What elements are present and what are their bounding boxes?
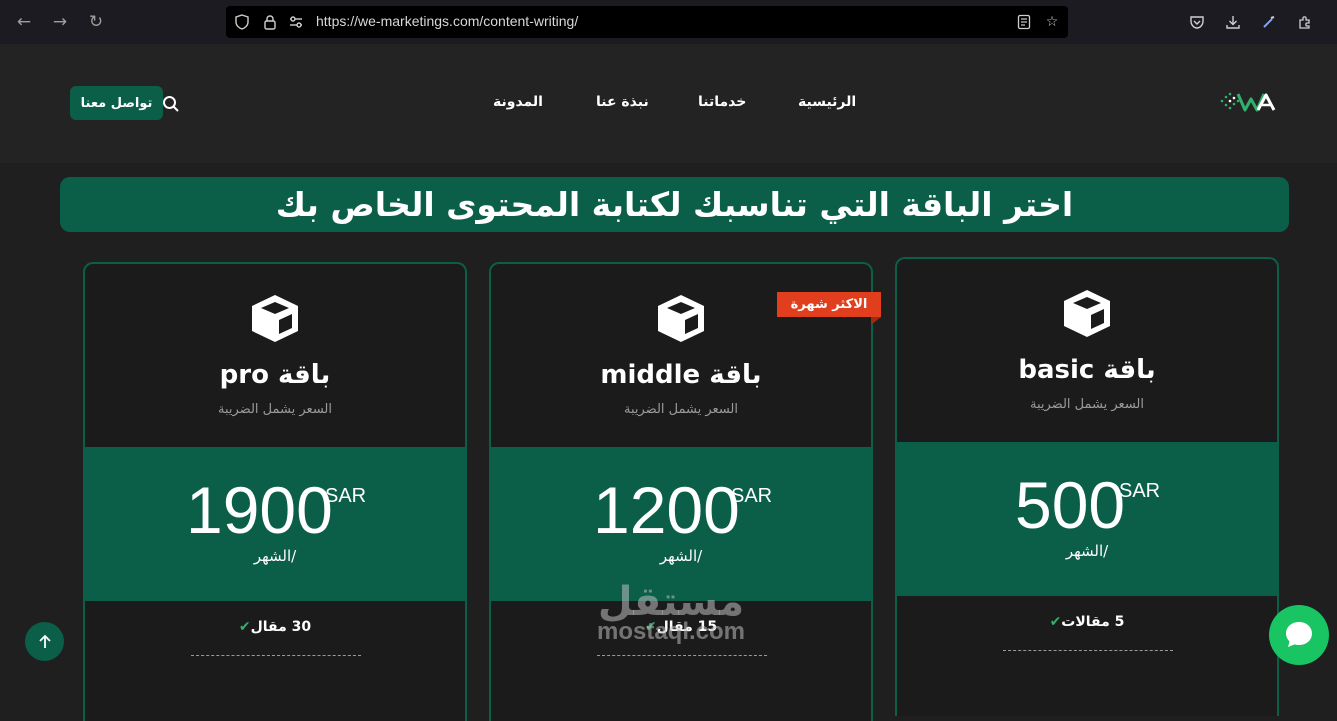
card-subtitle: السعر يشمل الضريبة [218,402,332,417]
browser-toolbar: ← → ↻ https://we-marketings.com/content-… [0,0,1337,44]
card-header: باقة pro السعر يشمل الضريبة [85,264,465,447]
box-icon [1061,287,1113,339]
search-icon[interactable] [161,94,181,114]
feature-item: 30 مقال✔ [85,619,465,635]
package-card-middle[interactable]: باقة middle السعر يشمل الضريبة 1200 SAR … [489,262,873,721]
price-currency: SAR [1119,480,1161,502]
price-value: 1200 [593,473,740,547]
price-period: /الشهر [253,547,297,565]
pocket-icon[interactable] [1186,11,1208,33]
arrow-up-icon [38,634,51,648]
packages-banner: اختر الباقة التي تناسبك لكتابة المحتوى ا… [60,177,1289,232]
card-subtitle: السعر يشمل الضريبة [624,402,738,417]
card-header: باقة basic السعر يشمل الضريبة [897,259,1277,442]
card-title: باقة basic [1018,355,1156,385]
bookmark-star-icon[interactable]: ☆ [1042,12,1062,32]
chat-button[interactable] [1269,605,1329,665]
nav-item-services[interactable]: خدماتنا [698,94,746,110]
url-text[interactable]: https://we-marketings.com/content-writin… [316,13,578,29]
site-header: تواصل معنا المدونة نبذة عنا خدماتنا الرئ… [0,44,1337,163]
feature-item: 5 مقالات✔ [897,614,1277,630]
price-currency: SAR [325,485,367,507]
price-period: /الشهر [659,547,703,565]
price-value: 1900 [186,473,333,547]
shield-icon[interactable] [232,12,252,32]
eyedropper-icon[interactable] [1258,11,1280,33]
package-card-basic[interactable]: باقة basic السعر يشمل الضريبة 500 SAR /ا… [895,257,1279,716]
price-value: 500 [1015,468,1126,542]
address-bar[interactable]: https://we-marketings.com/content-writin… [226,6,1068,38]
feature-list: 5 مقالات✔ [897,596,1277,716]
card-title: باقة middle [600,360,762,390]
price-band: 1900 SAR /الشهر [85,447,465,601]
feature-list: 30 مقال✔ [85,601,465,721]
nav-item-home[interactable]: الرئيسية [798,94,856,110]
price-currency: SAR [731,485,773,507]
box-icon [249,292,301,344]
scroll-to-top-button[interactable] [25,622,64,661]
chat-bubble-icon [1286,622,1312,647]
watermark-latin: mostaql.com [596,618,746,645]
forward-arrow-icon[interactable]: → [48,10,72,34]
reload-icon[interactable]: ↻ [84,10,108,34]
divider [1003,650,1173,651]
feature-text: 30 مقال [250,619,312,635]
divider [191,655,361,656]
site-permissions-icon[interactable] [286,12,306,32]
check-icon: ✔ [238,619,251,635]
price-period: /الشهر [1065,542,1109,560]
reader-view-icon[interactable] [1014,12,1034,32]
card-title: باقة pro [219,360,331,390]
divider [597,655,767,656]
back-arrow-icon[interactable]: ← [12,10,36,34]
check-icon: ✔ [1049,614,1062,630]
banner-title: اختر الباقة التي تناسبك لكتابة المحتوى ا… [275,185,1074,224]
nav-item-about[interactable]: نبذة عنا [596,94,649,110]
download-icon[interactable] [1222,11,1244,33]
watermark: مستقل mostaql.com [586,578,756,644]
nav-item-blog[interactable]: المدونة [493,94,543,110]
box-icon [655,292,707,344]
site-logo[interactable] [1218,90,1282,116]
feature-text: 5 مقالات [1061,614,1125,630]
lock-icon[interactable] [260,12,280,32]
card-subtitle: السعر يشمل الضريبة [1030,397,1144,412]
most-popular-badge: الاكثر شهرة [777,292,881,317]
contact-us-button[interactable]: تواصل معنا [70,86,163,120]
price-band: 500 SAR /الشهر [897,442,1277,596]
package-card-pro[interactable]: باقة pro السعر يشمل الضريبة 1900 SAR /ال… [83,262,467,721]
extensions-icon[interactable] [1294,11,1316,33]
badge-ribbon-tail [871,317,881,325]
